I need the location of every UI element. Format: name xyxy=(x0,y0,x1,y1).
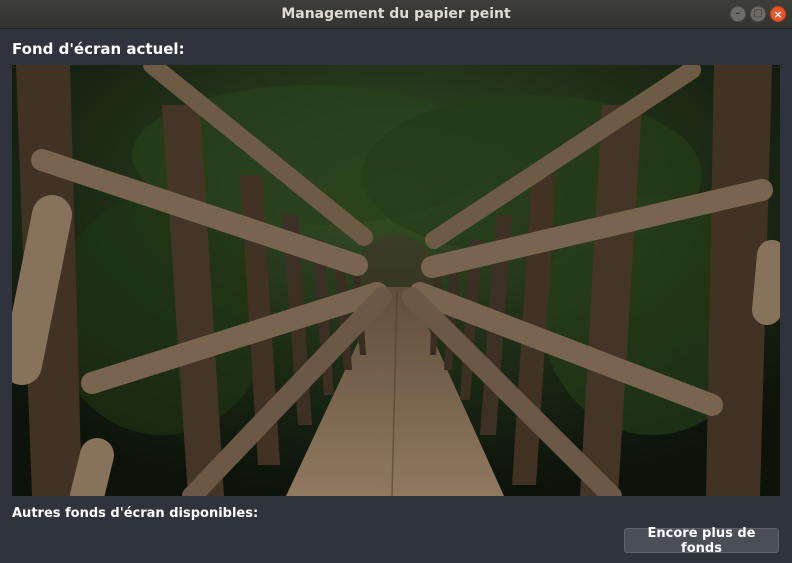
maximize-icon: □ xyxy=(753,8,763,19)
current-wallpaper-preview xyxy=(12,65,780,496)
maximize-button[interactable]: □ xyxy=(750,6,766,22)
window-title: Management du papier peint xyxy=(281,6,511,22)
available-wallpapers-heading: Autres fonds d'écran disponibles: xyxy=(12,506,259,521)
bridge-photo xyxy=(12,65,780,496)
title-bar[interactable]: Management du papier peint – □ × xyxy=(0,0,792,29)
minimize-button[interactable]: – xyxy=(730,6,746,22)
more-wallpapers-button[interactable]: Encore plus de fonds xyxy=(624,526,779,556)
minimize-icon: – xyxy=(735,8,741,19)
current-wallpaper-heading: Fond d'écran actuel: xyxy=(12,40,185,58)
close-button[interactable]: × xyxy=(770,6,786,22)
close-icon: × xyxy=(773,7,783,21)
